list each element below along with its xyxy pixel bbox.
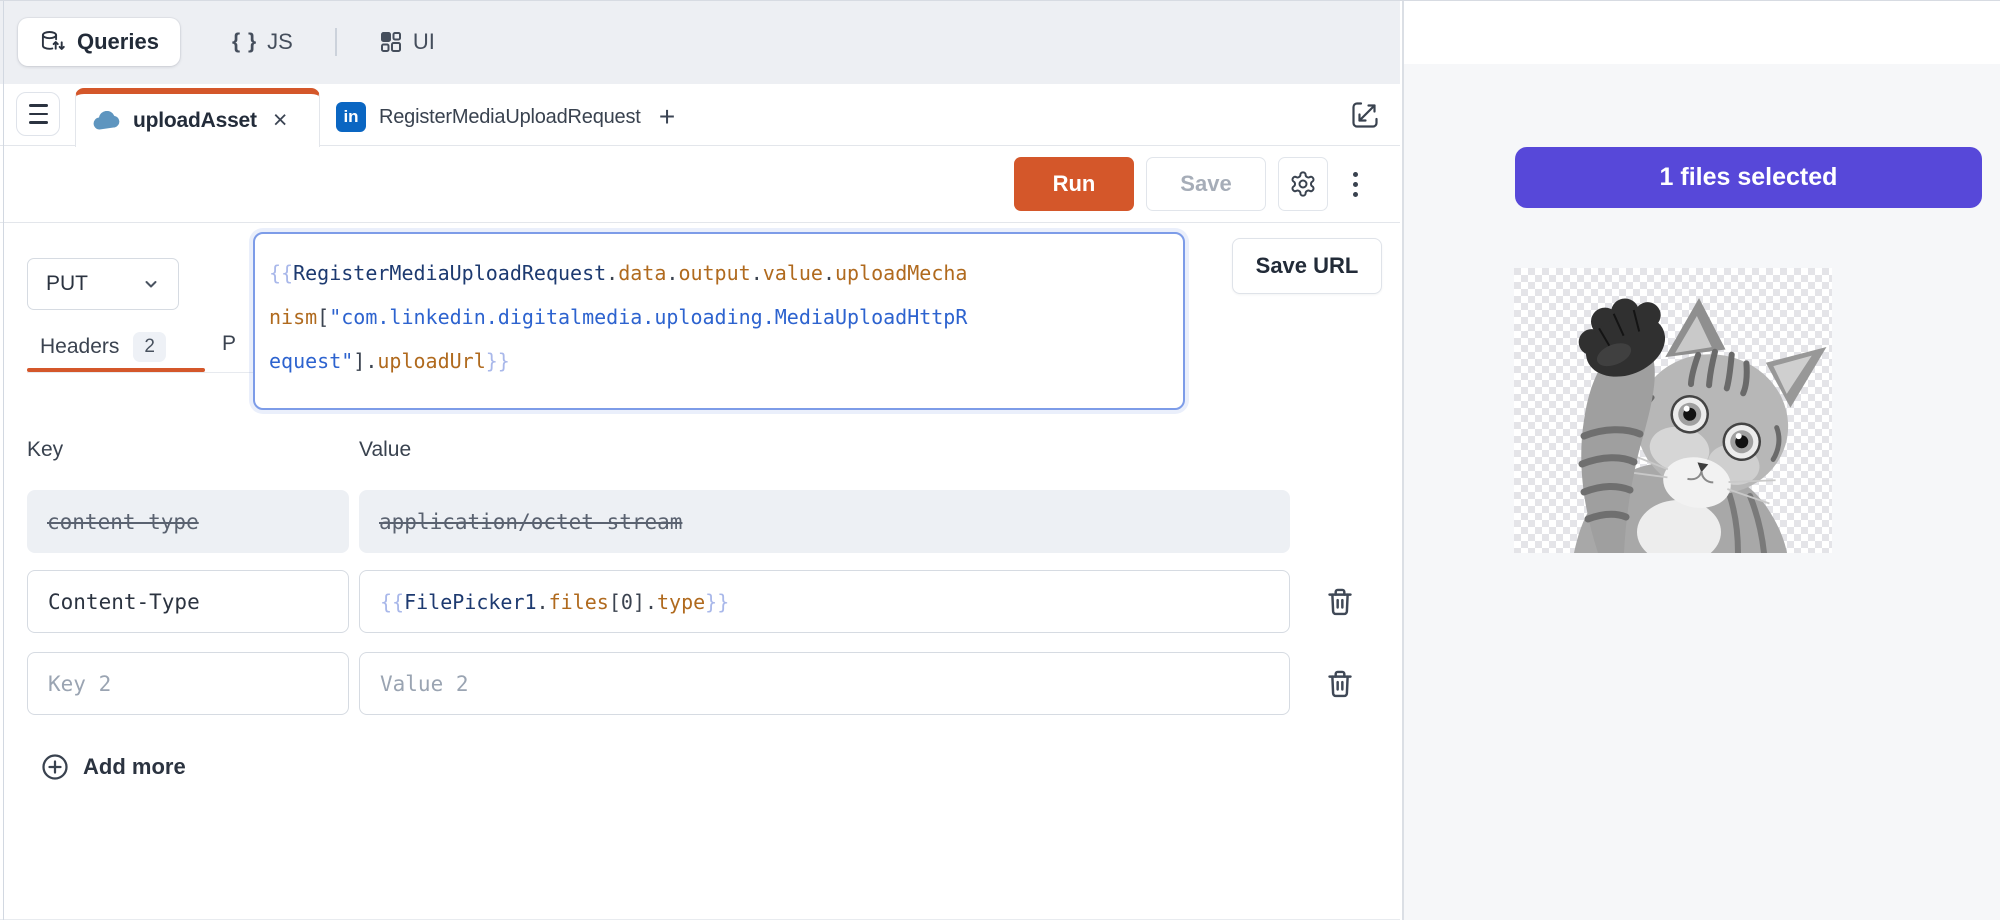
tab-RegisterMediaUploadRequest[interactable]: in RegisterMediaUploadRequest (330, 88, 647, 146)
linkedin-icon: in (336, 102, 366, 132)
mode-tab-ui[interactable]: UI (379, 29, 435, 55)
header-row1-value-field: application/octet-stream (359, 490, 1290, 553)
query-tab-bar: uploadAsset × in RegisterMediaUploadRequ… (0, 84, 1400, 146)
chevron-down-icon (142, 275, 160, 293)
save-url-button[interactable]: Save URL (1232, 238, 1382, 294)
mode-tab-js[interactable]: { } JS (232, 29, 293, 55)
headers-count-badge: 2 (133, 332, 166, 362)
braces-icon: { } (232, 30, 257, 54)
key-column-header: Key (27, 438, 63, 462)
mode-bar-divider (335, 28, 337, 56)
ui-blocks-icon (379, 30, 403, 54)
tab-headers[interactable]: Headers 2 (27, 332, 179, 362)
database-sync-icon (39, 29, 66, 55)
trash-icon (1325, 586, 1355, 618)
section-tabs-hairline (27, 372, 255, 373)
plus-circle-icon (40, 752, 70, 782)
query-settings-button[interactable] (1278, 157, 1328, 211)
kebab-icon (1353, 172, 1358, 177)
delete-header-row2-button[interactable] (1322, 584, 1358, 620)
tab-uploadAsset[interactable]: uploadAsset × (75, 88, 320, 147)
tab-RegisterMediaUploadRequest-label: RegisterMediaUploadRequest (379, 106, 641, 129)
tab-headers-label: Headers (40, 335, 119, 359)
add-more-label: Add more (83, 754, 186, 780)
mode-tab-queries-label: Queries (77, 29, 159, 55)
mode-tab-queries[interactable]: Queries (18, 18, 180, 66)
close-tab-icon[interactable]: × (273, 108, 288, 133)
query-action-bar: Run Save (0, 146, 1400, 223)
expand-diagonal-icon (1349, 99, 1381, 131)
app-preview-panel: 1 files selected (1402, 0, 2000, 920)
editor-mode-bar: Queries { } JS UI (0, 0, 1400, 84)
trash-icon (1325, 668, 1355, 700)
mode-tab-ui-label: UI (413, 29, 435, 55)
query-list-menu-button[interactable] (16, 92, 60, 136)
new-query-tab-button[interactable]: + (648, 98, 686, 136)
add-more-button[interactable]: Add more (40, 752, 186, 782)
gear-icon (1289, 170, 1317, 198)
expand-editor-button[interactable] (1347, 97, 1383, 133)
header-row3-value-field[interactable] (359, 652, 1290, 715)
http-method-value: PUT (46, 272, 88, 296)
header-row1-key-field: content-type (27, 490, 349, 553)
page-top-border (0, 0, 2000, 1)
hamburger-icon (29, 104, 48, 107)
cat-image (1514, 268, 1832, 553)
value-column-header: Value (359, 438, 411, 462)
uploaded-image-preview (1514, 268, 1832, 553)
header-row3-key-field[interactable] (27, 652, 349, 715)
file-picker-button[interactable]: 1 files selected (1515, 147, 1982, 208)
delete-header-row3-button[interactable] (1322, 666, 1358, 702)
cloud-icon (93, 111, 121, 130)
save-button[interactable]: Save (1146, 157, 1266, 211)
panel-left-border (3, 0, 4, 920)
request-url-code-editor[interactable]: {{RegisterMediaUploadRequest.data.output… (253, 232, 1185, 410)
query-editor-panel: Queries { } JS UI uploadAsset × (0, 0, 1400, 920)
more-options-button[interactable] (1340, 157, 1370, 211)
active-tab-underline (27, 368, 205, 372)
tab-uploadAsset-label: uploadAsset (133, 109, 257, 133)
mode-tab-js-label: JS (267, 29, 293, 55)
request-section-tabs: Headers 2 P (27, 326, 179, 368)
header-row2-value-field[interactable]: {{FilePicker1.files[0].type}} (359, 570, 1290, 633)
preview-top-strip (1404, 0, 2000, 64)
http-method-select[interactable]: PUT (27, 258, 179, 310)
tab-next-partial[interactable]: P (222, 332, 236, 356)
run-button[interactable]: Run (1014, 157, 1134, 211)
header-row2-key-field[interactable] (27, 570, 349, 633)
